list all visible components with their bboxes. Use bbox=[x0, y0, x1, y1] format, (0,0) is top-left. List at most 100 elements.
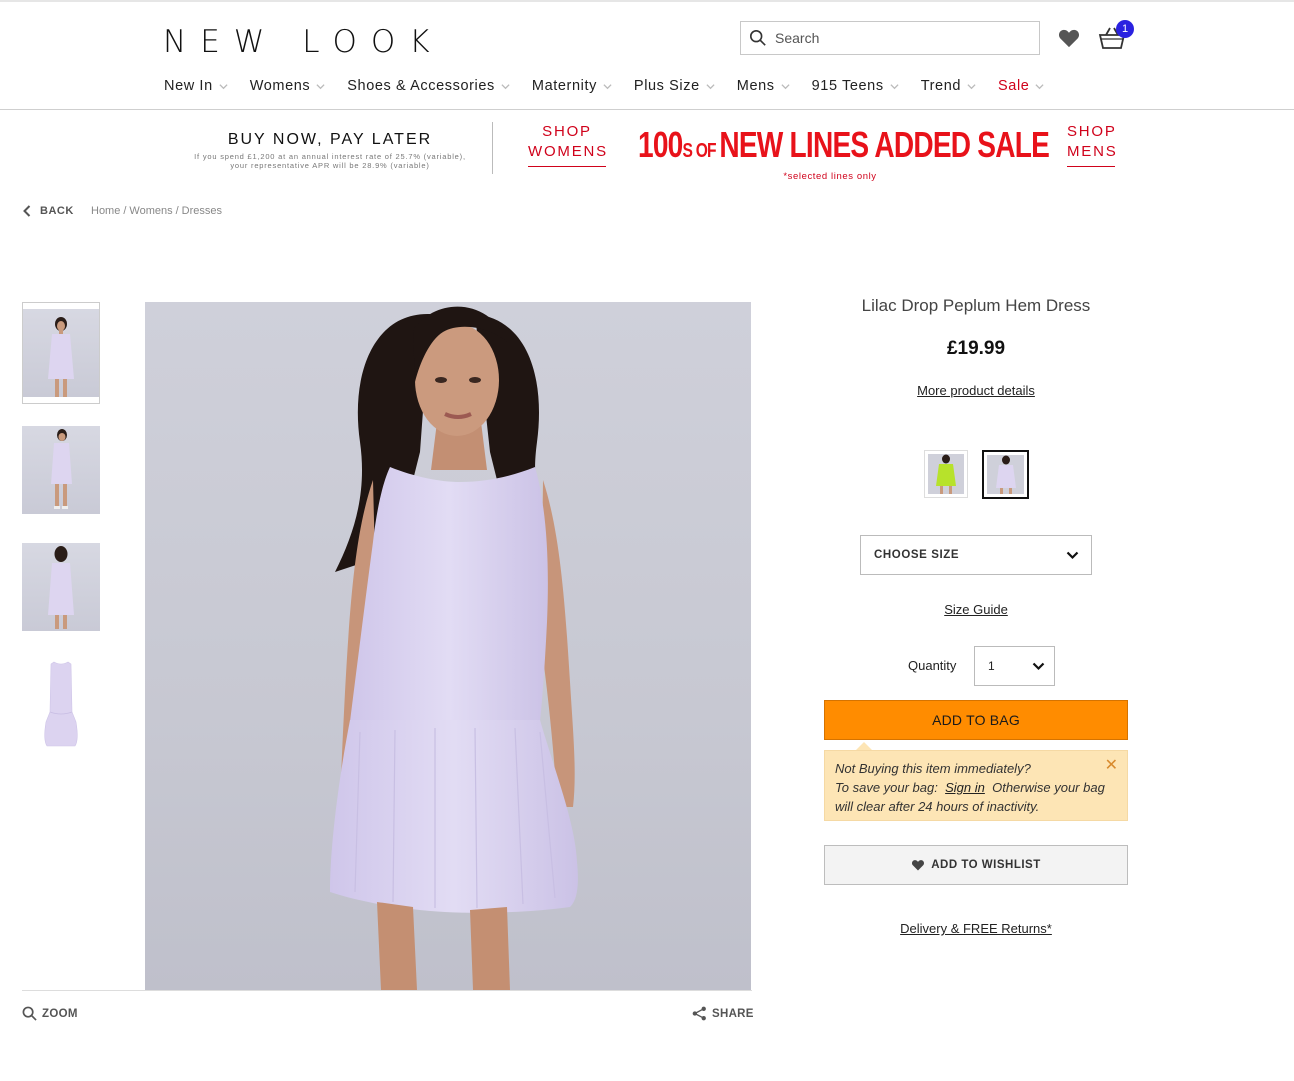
promo-terms-line: your representative APR will be 28.9% (v… bbox=[230, 161, 430, 170]
chevron-down-icon bbox=[603, 83, 612, 89]
breadcrumb-womens[interactable]: Womens bbox=[129, 205, 172, 217]
link-underline bbox=[528, 166, 606, 167]
model-photo bbox=[330, 306, 578, 990]
breadcrumb-separator: / bbox=[175, 205, 179, 217]
wishlist-label: ADD TO WISHLIST bbox=[931, 859, 1041, 871]
swatch-image bbox=[987, 455, 1024, 494]
swatch-image bbox=[928, 454, 964, 494]
sale-headline[interactable]: 100S OF NEW LINES ADDED SALE bbox=[638, 124, 1050, 166]
chevron-down-icon bbox=[1066, 551, 1079, 559]
search-input[interactable] bbox=[775, 30, 1015, 46]
thumbnail-image bbox=[22, 543, 100, 631]
nav-label: Shoes & Accessories bbox=[347, 78, 495, 94]
promo-terms: If you spend £1,200 at an annual interes… bbox=[170, 152, 490, 170]
notice-line: To save your bag: Sign in Otherwise your… bbox=[835, 778, 1117, 797]
model-figure bbox=[51, 429, 72, 509]
product-price: £19.99 bbox=[946, 338, 1006, 359]
promo-terms-line: If you spend £1,200 at an annual interes… bbox=[194, 152, 466, 161]
notice-text: To save your bag: bbox=[835, 780, 938, 795]
chevron-down-icon bbox=[706, 83, 715, 89]
model-figure bbox=[996, 455, 1016, 494]
model-figure-back bbox=[48, 546, 74, 629]
model-figure bbox=[48, 317, 74, 397]
chevron-down-icon bbox=[781, 83, 790, 89]
nav-divider bbox=[0, 109, 1294, 110]
share-icon bbox=[692, 1006, 706, 1021]
share-button[interactable]: SHARE bbox=[692, 1006, 754, 1021]
chevron-down-icon bbox=[1032, 662, 1045, 670]
thumbnail-image bbox=[23, 309, 99, 397]
quantity-label: Quantity bbox=[908, 658, 957, 673]
promo-title: BUY NOW, PAY LATER bbox=[227, 131, 433, 148]
notice-line: Not Buying this item immediately? bbox=[835, 761, 1031, 776]
search-box[interactable] bbox=[740, 21, 1040, 55]
add-to-bag-button[interactable]: ADD TO BAG bbox=[824, 700, 1128, 740]
promo-divider bbox=[492, 122, 493, 174]
nav-item-trend[interactable]: Trend bbox=[921, 76, 976, 96]
notice-pointer bbox=[856, 742, 872, 750]
color-swatch-lime[interactable] bbox=[924, 450, 968, 498]
wishlist-heart-icon[interactable] bbox=[1058, 28, 1080, 48]
gallery-divider bbox=[22, 990, 752, 991]
main-product-image[interactable] bbox=[145, 302, 751, 990]
size-select-value: CHOOSE SIZE bbox=[874, 549, 960, 561]
dress-flat-image bbox=[44, 661, 78, 747]
notice-text: Otherwise your bag bbox=[992, 780, 1105, 795]
share-label: SHARE bbox=[712, 1007, 754, 1020]
shop-womens-link[interactable]: SHOP WOMENS bbox=[528, 122, 606, 167]
sign-in-link[interactable]: Sign in bbox=[945, 780, 985, 795]
sale-headline-part: 100 bbox=[638, 124, 683, 165]
nav-item-plus-size[interactable]: Plus Size bbox=[634, 76, 715, 96]
model-figure bbox=[936, 454, 956, 494]
chevron-down-icon bbox=[967, 83, 976, 89]
delivery-returns-link[interactable]: Delivery & FREE Returns* bbox=[824, 921, 1128, 936]
breadcrumb-separator: / bbox=[123, 205, 127, 217]
shop-mens-link[interactable]: SHOP MENS bbox=[1067, 122, 1118, 167]
nav-label: 915 Teens bbox=[811, 78, 884, 94]
chevron-down-icon bbox=[316, 83, 325, 89]
gallery-thumbnail[interactable] bbox=[22, 543, 100, 631]
chevron-down-icon bbox=[219, 83, 228, 89]
gallery-thumbnail[interactable] bbox=[22, 426, 100, 514]
buy-now-pay-later-banner[interactable]: BUY NOW, PAY LATER If you spend £1,200 a… bbox=[170, 131, 490, 170]
zoom-label: ZOOM bbox=[42, 1007, 78, 1020]
size-select[interactable]: CHOOSE SIZE bbox=[860, 535, 1092, 575]
more-product-details-link[interactable]: More product details bbox=[824, 383, 1128, 398]
top-border bbox=[0, 0, 1294, 2]
nav-label: Womens bbox=[249, 78, 311, 94]
quantity-select[interactable]: 1 bbox=[974, 646, 1055, 686]
nav-label: Trend bbox=[920, 78, 962, 94]
color-swatch-lilac[interactable] bbox=[982, 450, 1029, 499]
gallery-thumbnail[interactable] bbox=[22, 660, 100, 748]
brand-logo[interactable]: NEW LOOK bbox=[163, 24, 444, 60]
main-nav: New In Womens Shoes & Accessories Matern… bbox=[164, 76, 1045, 96]
gallery-thumbnail[interactable] bbox=[22, 302, 100, 404]
nav-label: Mens bbox=[736, 78, 775, 94]
breadcrumb-dresses[interactable]: Dresses bbox=[182, 205, 222, 217]
nav-item-womens[interactable]: Womens bbox=[250, 76, 326, 96]
close-icon[interactable]: ✕ bbox=[1105, 756, 1118, 775]
zoom-button[interactable]: ZOOM bbox=[22, 1006, 78, 1021]
thumbnail-image bbox=[22, 426, 100, 514]
breadcrumb: Home / Womens / Dresses bbox=[91, 205, 225, 217]
nav-item-maternity[interactable]: Maternity bbox=[532, 76, 612, 96]
shop-womens-line1: SHOP bbox=[542, 123, 592, 140]
bag-count-badge: 1 bbox=[1116, 20, 1134, 38]
add-to-wishlist-button[interactable]: ADD TO WISHLIST bbox=[824, 845, 1128, 885]
bag-save-notice: Not Buying this item immediately? To sav… bbox=[824, 750, 1128, 821]
chevron-down-icon bbox=[1035, 83, 1045, 89]
nav-item-915-teens[interactable]: 915 Teens bbox=[812, 76, 899, 96]
nav-label: Plus Size bbox=[633, 78, 700, 94]
nav-item-shoes-accessories[interactable]: Shoes & Accessories bbox=[347, 76, 510, 96]
nav-item-mens[interactable]: Mens bbox=[737, 76, 790, 96]
shop-mens-line2: MENS bbox=[1067, 143, 1118, 160]
notice-line: will clear after 24 hours of inactivity. bbox=[835, 799, 1040, 814]
nav-item-new-in[interactable]: New In bbox=[164, 76, 228, 96]
back-link[interactable]: BACK bbox=[22, 205, 74, 217]
sale-headline-part: NEW LINES ADDED SALE bbox=[719, 124, 1050, 165]
nav-item-sale[interactable]: Sale bbox=[998, 76, 1045, 96]
breadcrumb-home[interactable]: Home bbox=[91, 205, 120, 217]
chevron-down-icon bbox=[501, 83, 510, 89]
size-guide-link[interactable]: Size Guide bbox=[824, 602, 1128, 617]
heart-icon bbox=[912, 860, 925, 871]
